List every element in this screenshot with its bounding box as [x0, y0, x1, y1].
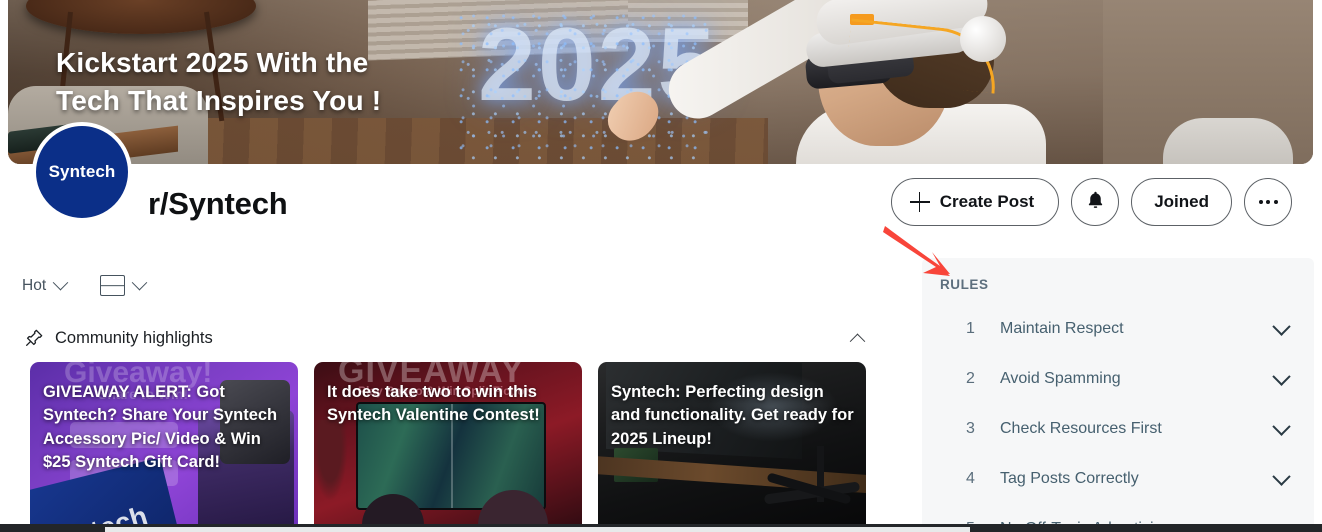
banner-headline: Kickstart 2025 With the Tech That Inspir…: [56, 47, 382, 116]
rule-item[interactable]: 3 Check Resources First: [922, 404, 1314, 454]
subreddit-page: 2025 Kickstart 2025 With the Tech That I…: [0, 0, 1322, 532]
bottom-strip-highlight: [105, 527, 970, 532]
bell-icon: [1085, 189, 1106, 216]
banner-chair-back: [1163, 118, 1293, 164]
community-avatar[interactable]: Syntech: [32, 122, 132, 222]
create-post-label: Create Post: [939, 192, 1035, 211]
layout-view-icon: [100, 275, 126, 296]
sort-dropdown-label: Hot: [22, 276, 47, 294]
plus-icon: [909, 192, 930, 212]
ellipsis-icon: [1258, 200, 1278, 204]
chevron-down-icon[interactable]: [1272, 366, 1291, 386]
rule-number: 4: [966, 470, 975, 487]
rule-number: 1: [966, 320, 975, 337]
page-title: r/Syntech: [148, 186, 288, 221]
chevron-down-icon[interactable]: [1272, 416, 1291, 436]
community-highlights-label: Community highlights: [55, 328, 213, 347]
card-plant: [314, 420, 350, 508]
vr-headset-adjust-dial: [960, 16, 1006, 62]
joined-button[interactable]: Joined: [1131, 178, 1232, 226]
chevron-down-icon: [131, 274, 148, 291]
highlight-card[interactable]: Giveaway! Share to Win! Syntech GIVEAWAY…: [30, 362, 298, 532]
rule-item[interactable]: 2 Avoid Spamming: [922, 354, 1314, 404]
view-mode-dropdown[interactable]: [100, 274, 148, 296]
chevron-down-icon[interactable]: [1272, 316, 1291, 336]
sort-dropdown[interactable]: Hot: [22, 274, 69, 295]
highlight-card[interactable]: GIVEAWAY Play Spago & Win Split Fiction …: [314, 362, 582, 532]
rule-label: Tag Posts Correctly: [1000, 470, 1139, 487]
rules-list: 1 Maintain Respect 2 Avoid Spamming 3 Ch…: [922, 304, 1314, 532]
community-highlights-header: Community highlights: [24, 325, 870, 351]
rules-heading: RULES: [940, 277, 989, 292]
highlight-card-title: Syntech: Perfecting design and functiona…: [611, 383, 854, 448]
community-highlights-carousel: Giveaway! Share to Win! Syntech GIVEAWAY…: [30, 362, 866, 532]
chevron-down-icon: [52, 274, 69, 291]
avatar-label: Syntech: [48, 162, 116, 181]
highlight-card-title: GIVEAWAY ALERT: Got Syntech? Share Your …: [43, 383, 278, 472]
chevron-up-icon: [849, 333, 865, 349]
rule-item[interactable]: 4 Tag Posts Correctly: [922, 454, 1314, 504]
chevron-down-icon[interactable]: [1272, 466, 1291, 486]
joined-label: Joined: [1154, 192, 1209, 211]
community-banner: 2025 Kickstart 2025 With the Tech That I…: [8, 0, 1313, 164]
pin-icon: [24, 328, 44, 348]
rule-label: Avoid Spamming: [1000, 370, 1121, 387]
highlight-card[interactable]: Syntech: Perfecting design and functiona…: [598, 362, 866, 532]
highlights-collapse-button[interactable]: [844, 325, 870, 351]
notifications-button[interactable]: [1071, 178, 1120, 226]
rules-panel: RULES 1 Maintain Respect 2 Avoid Spammin…: [922, 258, 1314, 532]
rule-label: Check Resources First: [1000, 420, 1162, 437]
rule-item[interactable]: 1 Maintain Respect: [922, 304, 1314, 354]
bottom-strip: [0, 524, 1322, 532]
create-post-button[interactable]: Create Post: [890, 178, 1060, 226]
rule-number: 2: [966, 370, 975, 387]
banner-vr-user-photo: [600, 0, 1128, 164]
more-options-button[interactable]: [1244, 178, 1292, 226]
rule-label: Maintain Respect: [1000, 320, 1124, 337]
header-actions: Create Post Joined: [890, 178, 1292, 226]
rule-number: 3: [966, 420, 975, 437]
sort-bar: Hot: [22, 274, 148, 296]
highlight-card-title: It does take two to win this Syntech Val…: [327, 383, 540, 425]
